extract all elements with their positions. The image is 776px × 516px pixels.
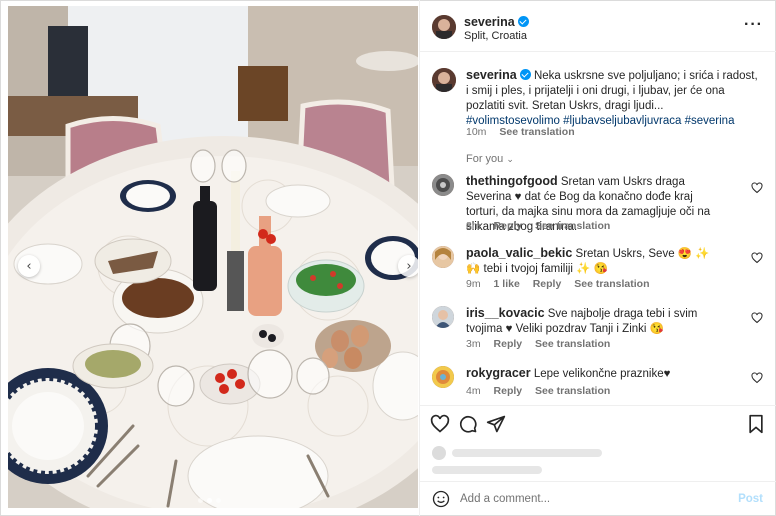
post-comment-button[interactable]: Post — [738, 493, 763, 505]
liked-by-avatar — [432, 446, 446, 460]
more-options-icon[interactable]: ··· — [744, 16, 763, 34]
comment-meta: 4m Reply See translation — [466, 385, 620, 397]
author-username[interactable]: severina — [464, 15, 515, 29]
reply-button[interactable]: Reply — [494, 385, 523, 397]
comment-composer: Add a comment... Post — [420, 481, 776, 516]
save-bookmark-icon[interactable] — [746, 414, 766, 434]
for-you-label[interactable]: For you ⌄ — [466, 153, 514, 165]
see-translation-button[interactable]: See translation — [535, 338, 610, 350]
comment-item: rokygracer Lepe velikončne praznike♥ 4m … — [432, 366, 767, 402]
see-translation-button[interactable]: See translation — [535, 385, 610, 397]
verified-badge-icon — [519, 69, 531, 80]
comment-username[interactable]: thethingofgood — [466, 174, 558, 188]
comment-body: Lepe velikončne praznike♥ — [533, 368, 671, 380]
comment-text: paola_valic_bekic Sretan Uskrs, Seve 😍 ✨… — [466, 246, 726, 277]
caption-avatar[interactable] — [432, 68, 456, 92]
post-date-redacted — [432, 466, 542, 474]
comment-bubble-icon[interactable] — [458, 414, 478, 434]
commenter-avatar[interactable] — [432, 246, 454, 268]
like-heart-icon[interactable] — [430, 414, 450, 434]
next-photo-button[interactable]: › — [398, 255, 418, 277]
like-comment-heart-icon[interactable] — [751, 372, 763, 384]
like-comment-heart-icon[interactable] — [751, 312, 763, 324]
caption-username[interactable]: severina — [466, 68, 517, 82]
comment-username[interactable]: iris__kovacic — [466, 306, 545, 320]
chevron-left-icon: ‹ — [26, 258, 32, 274]
reply-button[interactable]: Reply — [533, 278, 562, 290]
post-sidebar: severina Split, Croatia ··· severina Nek… — [419, 0, 776, 516]
reply-button[interactable]: Reply — [494, 220, 523, 232]
caption-time: 10m — [466, 126, 487, 138]
add-comment-input[interactable]: Add a comment... — [460, 493, 550, 505]
comment-meta: 8m Reply See translation — [466, 220, 620, 232]
caption-see-translation[interactable]: See translation — [499, 126, 574, 138]
see-translation-button[interactable]: See translation — [535, 220, 610, 232]
post-location[interactable]: Split, Croatia — [464, 30, 527, 42]
comment-text: iris__kovacic Sve najbolje draga tebi i … — [466, 306, 726, 337]
post-header: severina Split, Croatia ··· — [420, 0, 776, 52]
caption: severina Neka uskrsne sve poljuljano; i … — [432, 66, 767, 146]
comment-text: rokygracer Lepe velikončne praznike♥ — [466, 366, 726, 382]
comment-username[interactable]: rokygracer — [466, 366, 531, 380]
carousel-indicator — [198, 498, 221, 503]
comment-meta: 9m 1 like Reply See translation — [466, 278, 660, 290]
comment-likes[interactable]: 1 like — [494, 278, 520, 290]
carousel-dot — [198, 498, 203, 503]
verified-badge-icon — [517, 16, 529, 27]
comment-time: 9m — [466, 278, 481, 290]
caption-text: severina Neka uskrsne sve poljuljano; i … — [466, 68, 761, 129]
liked-by-text-redacted — [452, 449, 602, 457]
commenter-avatar[interactable] — [432, 366, 454, 388]
commenter-avatar[interactable] — [432, 306, 454, 328]
post-actions — [420, 405, 776, 481]
author-avatar[interactable] — [432, 15, 456, 39]
post-photo[interactable]: ‹ › — [8, 6, 418, 508]
comment-time: 3m — [466, 338, 481, 350]
see-translation-button[interactable]: See translation — [574, 278, 649, 290]
comment-item: thethingofgood Sretan vam Uskrs draga Se… — [432, 174, 767, 234]
chevron-down-icon: ⌄ — [506, 155, 514, 165]
comment-time: 8m — [466, 220, 481, 232]
comment-time: 4m — [466, 385, 481, 397]
emoji-smile-icon[interactable] — [432, 490, 450, 508]
comment-meta: 3m Reply See translation — [466, 338, 620, 350]
commenter-avatar[interactable] — [432, 174, 454, 196]
share-send-icon[interactable] — [486, 414, 506, 434]
carousel-dot-active — [207, 498, 212, 503]
caption-meta: 10m See translation — [466, 126, 585, 138]
chevron-right-icon: › — [406, 258, 412, 274]
comment-username[interactable]: paola_valic_bekic — [466, 246, 572, 260]
like-comment-heart-icon[interactable] — [751, 252, 763, 264]
comment-item: iris__kovacic Sve najbolje draga tebi i … — [432, 306, 767, 356]
like-comment-heart-icon[interactable] — [751, 182, 763, 194]
carousel-dot — [216, 498, 221, 503]
comment-item: paola_valic_bekic Sretan Uskrs, Seve 😍 ✨… — [432, 246, 767, 296]
easter-table-image — [8, 6, 418, 508]
previous-photo-button[interactable]: ‹ — [18, 255, 40, 277]
reply-button[interactable]: Reply — [494, 338, 523, 350]
